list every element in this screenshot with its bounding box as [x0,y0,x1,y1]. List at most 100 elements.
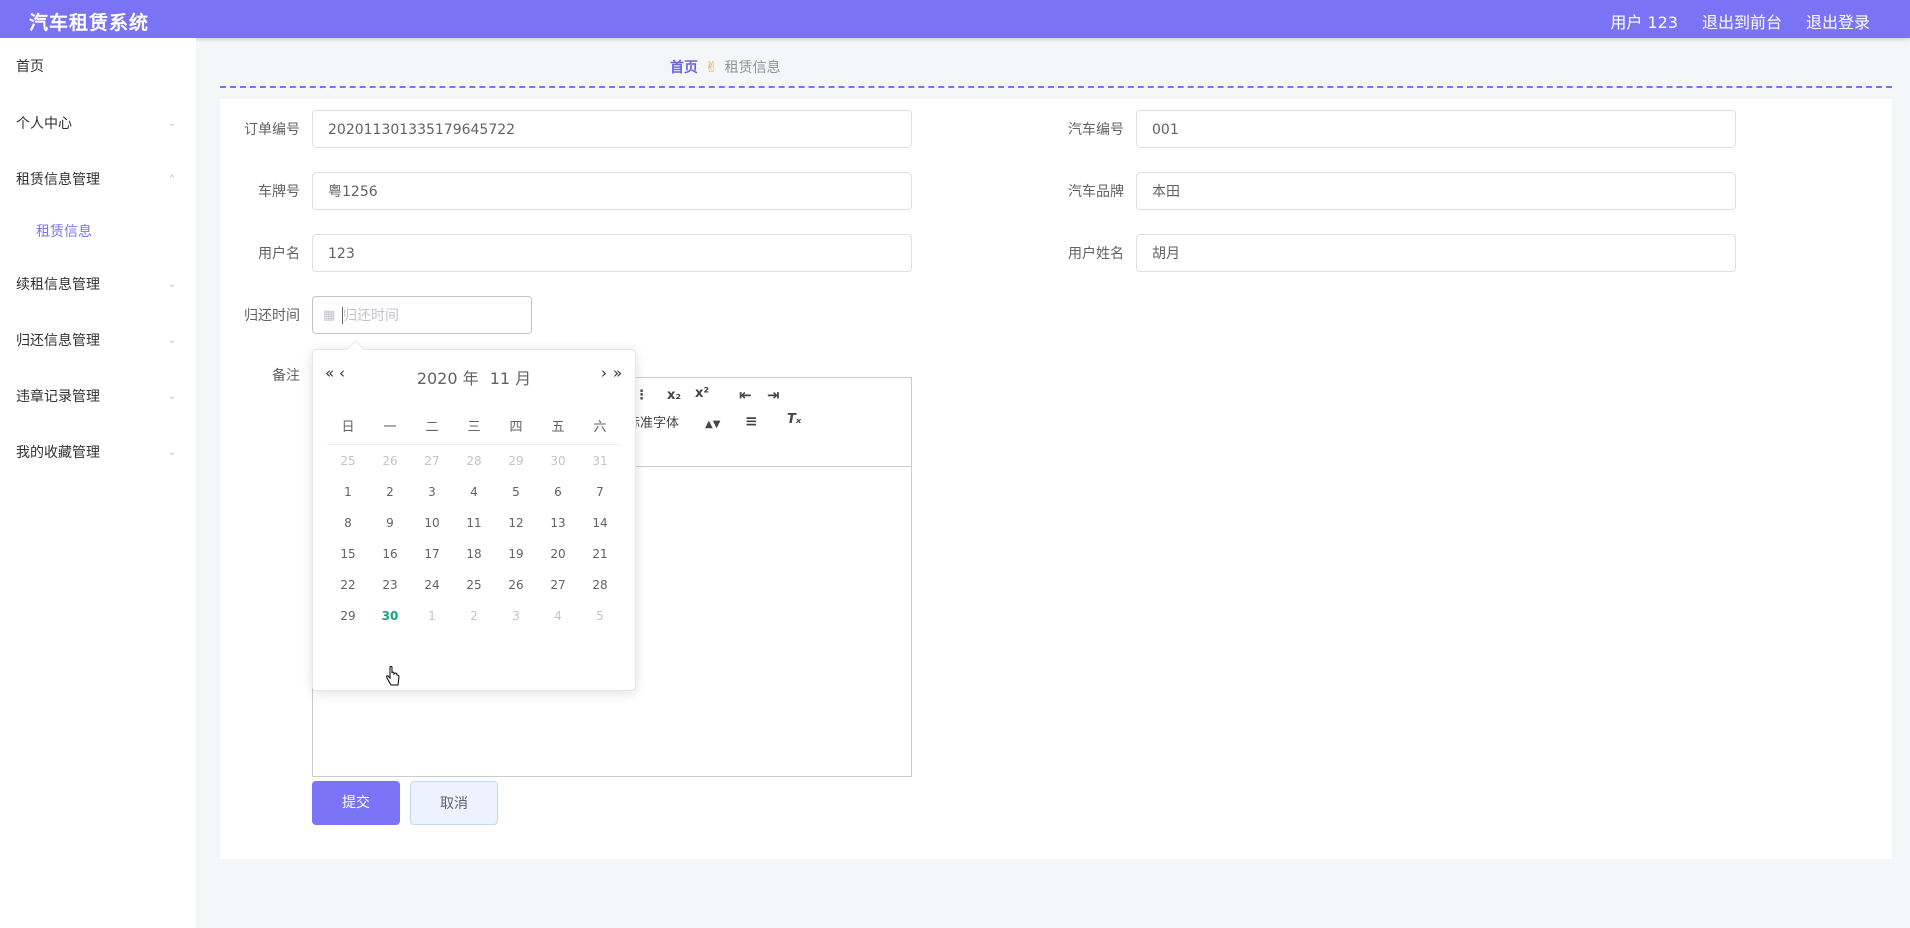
weekday-label: 五 [551,420,565,435]
other-month-day[interactable]: 4 [537,601,579,631]
calendar-day[interactable]: 8 [327,508,369,538]
subscript-button[interactable]: x₂ [667,388,681,403]
user-label: 用户 123 [1610,13,1678,32]
calendar-day[interactable]: 28 [579,570,621,600]
car-no-field[interactable]: 001 [1136,110,1736,148]
calendar-day[interactable]: 17 [411,539,453,569]
picker-year[interactable]: 2020 年 [417,369,479,388]
sidebar-item-label: 违章记录管理 [16,389,100,405]
cancel-button[interactable]: 取消 [410,781,498,825]
other-month-day[interactable]: 26 [369,446,411,476]
calendar-day[interactable]: 1 [327,477,369,507]
sidebar-item-label: 我的收藏管理 [16,445,100,461]
calendar-day[interactable]: 3 [411,477,453,507]
picker-title: 2020 年 11 月 [313,365,635,389]
other-month-day[interactable]: 3 [495,601,537,631]
today-day[interactable]: 30 [369,601,411,631]
calendar-day[interactable]: 15 [327,539,369,569]
plate-label: 车牌号 [258,184,300,200]
calendar-day[interactable]: 24 [411,570,453,600]
sidebar-item-label: 归还信息管理 [16,333,100,349]
sidebar-item-favorites-mgmt[interactable]: 我的收藏管理 ⌄ [16,442,176,464]
outdent-icon[interactable]: ⇤ [739,386,752,404]
sidebar-item-violation-mgmt[interactable]: 违章记录管理 ⌄ [16,386,176,408]
calendar-icon: ▦ [323,308,336,323]
other-month-day[interactable]: 2 [453,601,495,631]
list-icon[interactable]: ⋮ [635,388,648,403]
calendar-day[interactable]: 20 [537,539,579,569]
next-year-icon[interactable]: » [613,364,622,382]
picker-month[interactable]: 11 月 [490,369,531,388]
top-navbar: 汽车租赁系统 用户 123 退出到前台 退出登录 [0,0,1910,38]
next-month-icon[interactable]: › [601,364,607,382]
clear-format-icon[interactable]: Tₓ [787,412,801,427]
text-caret [342,307,343,324]
chevron-down-icon: ⌄ [167,447,176,458]
calendar-day[interactable]: 7 [579,477,621,507]
indent-icon[interactable]: ⇥ [767,386,780,404]
divider [220,86,1892,88]
sidebar-item-home[interactable]: 首页 [16,56,176,78]
calendar-day[interactable]: 10 [411,508,453,538]
calendar-day[interactable]: 29 [327,601,369,631]
calendar-day[interactable]: 4 [453,477,495,507]
sidebar-item-personal[interactable]: 个人中心 ⌄ [16,113,176,135]
other-month-day[interactable]: 5 [579,601,621,631]
brand-field[interactable]: 本田 [1136,172,1736,210]
calendar-day[interactable]: 27 [537,570,579,600]
return-time-input[interactable]: ▦ 归还时间 [312,296,532,334]
plate-field[interactable]: 粤1256 [312,172,912,210]
other-month-day[interactable]: 27 [411,446,453,476]
weekday-label: 四 [509,420,523,435]
calendar-day[interactable]: 25 [453,570,495,600]
calendar-day[interactable]: 19 [495,539,537,569]
other-month-day[interactable]: 31 [579,446,621,476]
sidebar-item-label: 个人中心 [16,116,72,132]
calendar-day[interactable]: 21 [579,539,621,569]
other-month-day[interactable]: 29 [495,446,537,476]
sidebar-subitem-rental-info[interactable]: 租赁信息 [36,221,92,241]
logout-link[interactable]: 退出登录 [1806,9,1870,33]
superscript-button[interactable]: x² [695,386,709,401]
other-month-day[interactable]: 30 [537,446,579,476]
hand-pointer-icon [386,666,400,686]
order-no-field[interactable]: 20201130133517964572​2 [312,110,912,148]
username-field[interactable]: 123 [312,234,912,272]
sidebar-item-label: 续租信息管理 [16,277,100,293]
align-icon[interactable]: ≡ [745,412,758,430]
sidebar-item-renewal-mgmt[interactable]: 续租信息管理 ⌄ [16,274,176,296]
other-month-day[interactable]: 28 [453,446,495,476]
calendar-day[interactable]: 12 [495,508,537,538]
chevron-down-icon: ⌄ [167,118,176,129]
back-to-front-link[interactable]: 退出到前台 [1702,9,1782,33]
calendar-day[interactable]: 5 [495,477,537,507]
username-label: 用户名 [258,246,300,262]
sidebar: 首页 个人中心 ⌄ 租赁信息管理 ⌃ 租赁信息 续租信息管理 ⌄ 归还信息管理 ⌄ 违章… [0,38,196,928]
calendar-day[interactable]: 13 [537,508,579,538]
calendar-day[interactable]: 23 [369,570,411,600]
realname-field[interactable]: 胡月 [1136,234,1736,272]
calendar-day[interactable]: 26 [495,570,537,600]
calendar-day[interactable]: 16 [369,539,411,569]
return-time-placeholder: 归还时间 [343,308,399,324]
calendar-day[interactable]: 11 [453,508,495,538]
other-month-day[interactable]: 25 [327,446,369,476]
realname-label: 用户姓名 [1068,246,1124,262]
other-month-day[interactable]: 1 [411,601,453,631]
calendar-day[interactable]: 2 [369,477,411,507]
breadcrumb-home[interactable]: 首页 [670,60,698,76]
calendar-day[interactable]: 22 [327,570,369,600]
font-select[interactable]: 标准字体 ▲▼ [627,412,720,431]
sidebar-item-return-mgmt[interactable]: 归还信息管理 ⌄ [16,330,176,352]
weekday-header: 日一二三四五六 [327,416,621,445]
return-time-label: 归还时间 [244,308,300,324]
calendar-day[interactable]: 6 [537,477,579,507]
sidebar-item-rental-mgmt[interactable]: 租赁信息管理 ⌃ [16,169,176,191]
calendar-day[interactable]: 18 [453,539,495,569]
calendar-day[interactable]: 9 [369,508,411,538]
calendar-day[interactable]: 14 [579,508,621,538]
remark-label: 备注 [272,368,300,384]
submit-button[interactable]: 提交 [312,781,400,825]
select-arrows-icon: ▲▼ [705,419,721,430]
date-picker-popup: « ‹ 2020 年 11 月 › » 日一二三四五六 25 26 27 28 29 30… [312,340,636,691]
